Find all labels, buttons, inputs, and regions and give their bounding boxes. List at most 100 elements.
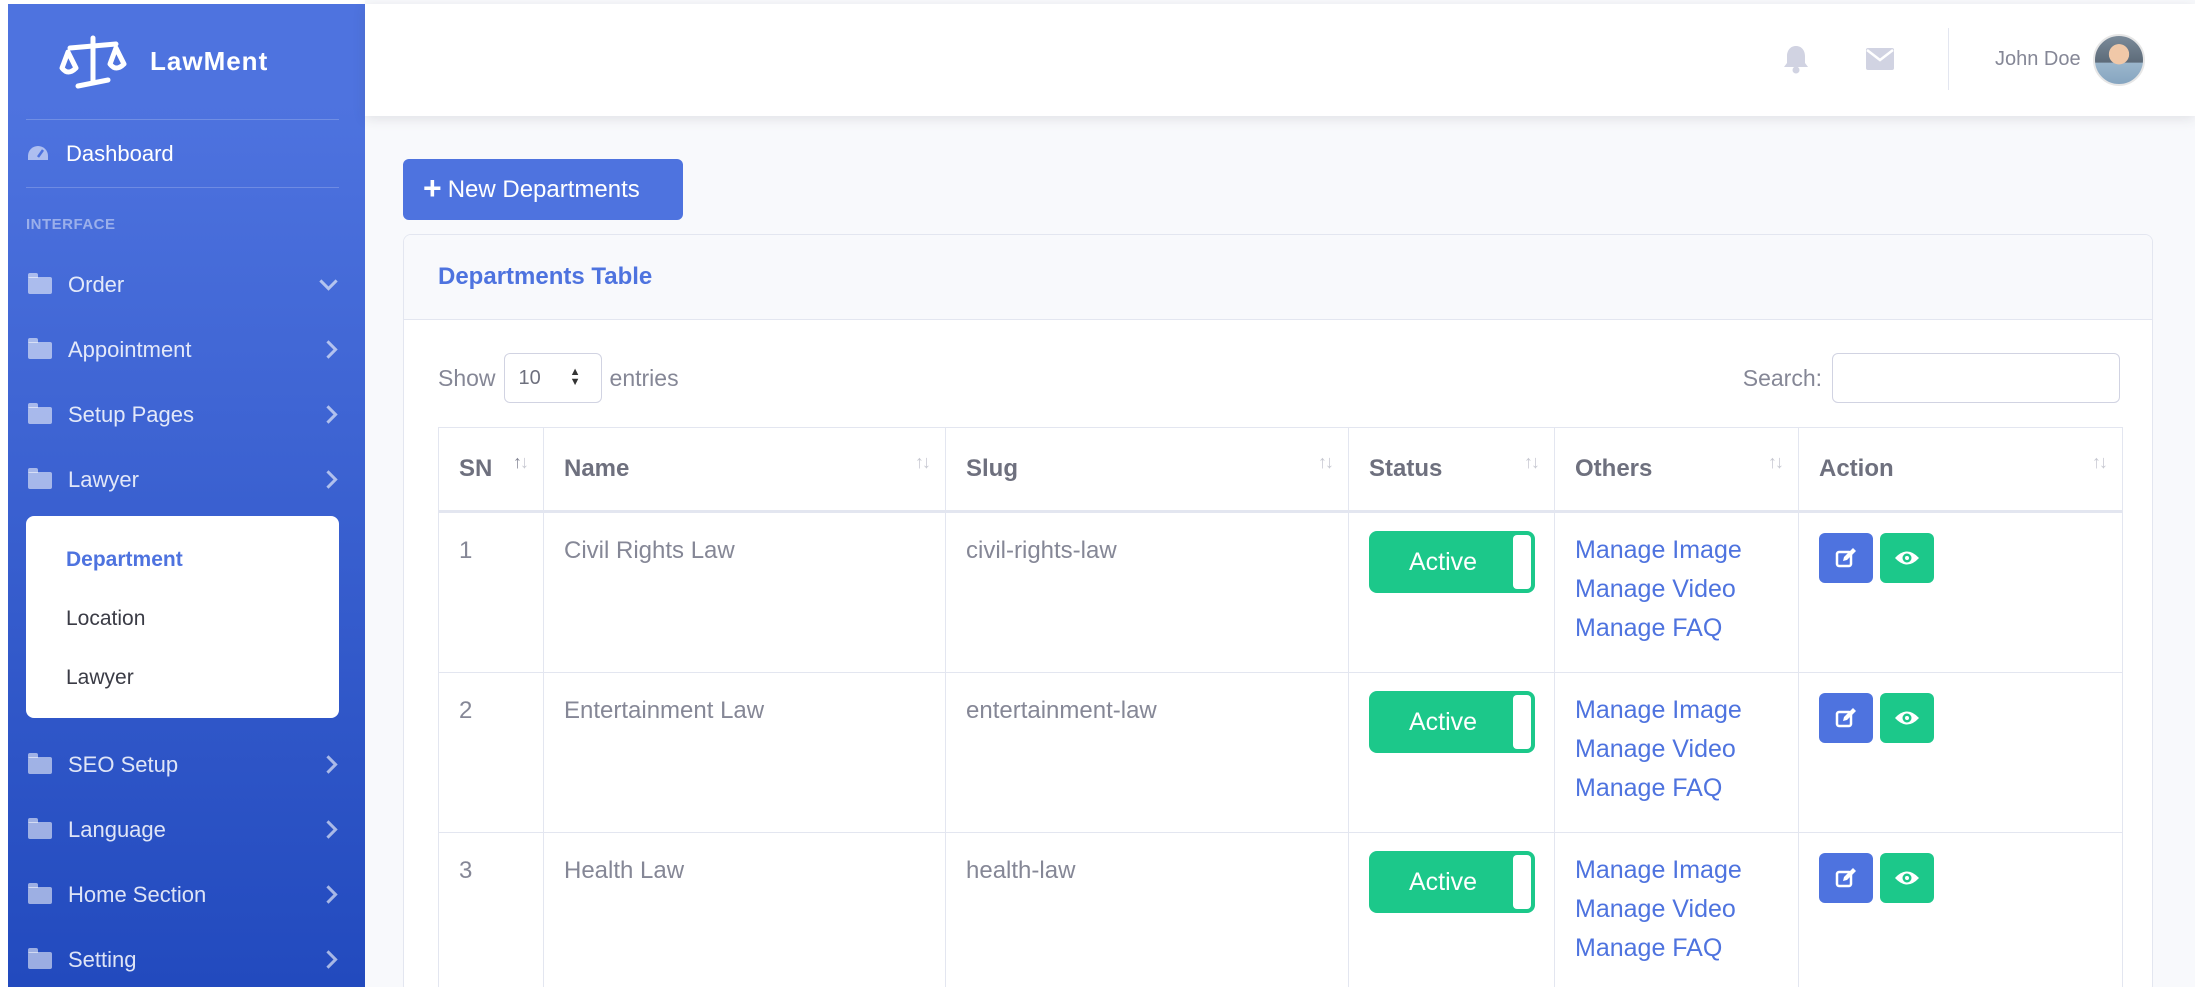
manage-video-link[interactable]: Manage Video xyxy=(1575,730,1778,769)
user-name[interactable]: John Doe xyxy=(1995,48,2081,71)
cell-others: Manage Image Manage Video Manage FAQ xyxy=(1554,672,1799,833)
chevron-right-icon xyxy=(319,885,338,904)
cell-name: Health Law xyxy=(543,832,946,987)
eye-icon xyxy=(1895,551,1919,565)
sort-icon: ↑↓ xyxy=(915,452,931,472)
sidebar-item-order[interactable]: Order xyxy=(8,252,365,317)
sort-icon: ↑↓ xyxy=(1524,452,1540,472)
sidebar-item-setup-pages[interactable]: Setup Pages xyxy=(8,382,365,447)
edit-icon xyxy=(1835,868,1856,888)
sidebar-item-label: Order xyxy=(68,271,125,297)
cell-sn: 3 xyxy=(438,832,544,987)
sidebar-item-appointment[interactable]: Appointment xyxy=(8,317,365,382)
search-input[interactable] xyxy=(1832,353,2120,403)
manage-faq-link[interactable]: Manage FAQ xyxy=(1575,769,1778,808)
manage-video-link[interactable]: Manage Video xyxy=(1575,890,1778,929)
sidebar-item-lawyer[interactable]: Lawyer xyxy=(8,447,365,512)
sidebar-item-language[interactable]: Language xyxy=(8,797,365,862)
manage-image-link[interactable]: Manage Image xyxy=(1575,531,1778,570)
cell-status: Active xyxy=(1348,672,1555,833)
tachometer-icon xyxy=(28,145,48,160)
avatar[interactable] xyxy=(2093,34,2145,86)
brand[interactable]: LawMent xyxy=(26,4,339,120)
manage-video-link[interactable]: Manage Video xyxy=(1575,570,1778,609)
folder-icon xyxy=(28,272,52,294)
sidebar: LawMent Dashboard INTERFACE Order Appoin… xyxy=(0,0,365,987)
column-header-slug[interactable]: Slug ↑↓ xyxy=(945,427,1349,513)
sidebar-item-label: Setup Pages xyxy=(68,401,194,427)
topbar: John Doe xyxy=(365,4,2195,116)
submenu-item-department[interactable]: Department xyxy=(26,530,339,589)
folder-icon xyxy=(28,337,52,359)
brand-name: LawMent xyxy=(150,46,269,76)
table-header-row: SN ↑↓ Name ↑↓ Slug ↑↓ Status ↑↓ Others ↑↓ Act… xyxy=(438,427,2123,513)
sidebar-item-label: Language xyxy=(68,816,166,842)
cell-name: Civil Rights Law xyxy=(543,511,946,673)
column-label: Name xyxy=(564,455,630,482)
column-label: Others xyxy=(1575,455,1653,482)
scales-logo-icon xyxy=(59,35,127,88)
sidebar-heading: INTERFACE xyxy=(26,216,116,233)
table-row: 1 Civil Rights Law civil-rights-law Acti… xyxy=(438,511,2123,673)
column-header-others[interactable]: Others ↑↓ xyxy=(1554,427,1799,513)
submenu-item-lawyer[interactable]: Lawyer xyxy=(26,648,339,707)
eye-icon xyxy=(1895,711,1919,725)
view-button[interactable] xyxy=(1880,853,1934,903)
submenu-item-location[interactable]: Location xyxy=(26,589,339,648)
toggle-knob xyxy=(1513,695,1531,749)
cell-slug: entertainment-law xyxy=(945,672,1349,833)
sidebar-item-label: Lawyer xyxy=(68,466,139,492)
cell-others: Manage Image Manage Video Manage FAQ xyxy=(1554,832,1799,987)
sidebar-item-seo-setup[interactable]: SEO Setup xyxy=(8,732,365,797)
sort-icon: ↑↓ xyxy=(513,452,529,472)
edit-button[interactable] xyxy=(1819,533,1873,583)
entries-select[interactable]: 10 ▲ ▼ xyxy=(503,353,602,403)
folder-icon xyxy=(28,402,52,424)
topbar-divider xyxy=(1948,28,1949,90)
view-button[interactable] xyxy=(1880,693,1934,743)
sidebar-item-setting[interactable]: Setting xyxy=(8,927,365,987)
folder-icon xyxy=(28,467,52,489)
chevron-down-icon xyxy=(319,272,338,291)
column-label: Slug xyxy=(966,455,1018,482)
cell-action xyxy=(1798,672,2123,833)
new-departments-button[interactable]: + New Departments xyxy=(403,159,683,220)
manage-image-link[interactable]: Manage Image xyxy=(1575,851,1778,890)
manage-faq-link[interactable]: Manage FAQ xyxy=(1575,609,1778,648)
sidebar-item-dashboard[interactable]: Dashboard xyxy=(26,120,339,188)
column-label: Status xyxy=(1369,455,1443,482)
cell-action xyxy=(1798,511,2123,673)
cell-name: Entertainment Law xyxy=(543,672,946,833)
edit-icon xyxy=(1835,548,1856,568)
column-header-name[interactable]: Name ↑↓ xyxy=(543,427,946,513)
status-toggle[interactable]: Active xyxy=(1369,851,1535,913)
departments-table: SN ↑↓ Name ↑↓ Slug ↑↓ Status ↑↓ Others ↑↓ Act… xyxy=(438,427,2123,987)
column-header-status[interactable]: Status ↑↓ xyxy=(1348,427,1555,513)
toggle-knob xyxy=(1513,855,1531,909)
plus-icon: + xyxy=(423,170,442,206)
lawyer-submenu: Department Location Lawyer xyxy=(26,516,339,718)
folder-icon xyxy=(28,947,52,969)
sidebar-item-label: Appointment xyxy=(68,336,192,362)
view-button[interactable] xyxy=(1880,533,1934,583)
chevron-right-icon xyxy=(319,755,338,774)
column-header-sn[interactable]: SN ↑↓ xyxy=(438,427,544,513)
status-toggle[interactable]: Active xyxy=(1369,531,1535,593)
select-arrows-icon: ▲ ▼ xyxy=(569,366,581,388)
entries-value: 10 xyxy=(518,366,541,389)
chevron-right-icon xyxy=(319,340,338,359)
new-departments-label: New Departments xyxy=(447,175,640,203)
cell-status: Active xyxy=(1348,832,1555,987)
manage-faq-link[interactable]: Manage FAQ xyxy=(1575,929,1778,968)
sidebar-item-home-section[interactable]: Home Section xyxy=(8,862,365,927)
column-header-action[interactable]: Action ↑↓ xyxy=(1798,427,2123,513)
sort-icon: ↑↓ xyxy=(1318,452,1334,472)
toggle-knob xyxy=(1513,535,1531,589)
manage-image-link[interactable]: Manage Image xyxy=(1575,691,1778,730)
bell-icon[interactable] xyxy=(1783,44,1809,74)
edit-button[interactable] xyxy=(1819,693,1873,743)
edit-button[interactable] xyxy=(1819,853,1873,903)
cell-sn: 2 xyxy=(438,672,544,833)
status-toggle[interactable]: Active xyxy=(1369,691,1535,753)
envelope-icon[interactable] xyxy=(1866,48,1894,70)
